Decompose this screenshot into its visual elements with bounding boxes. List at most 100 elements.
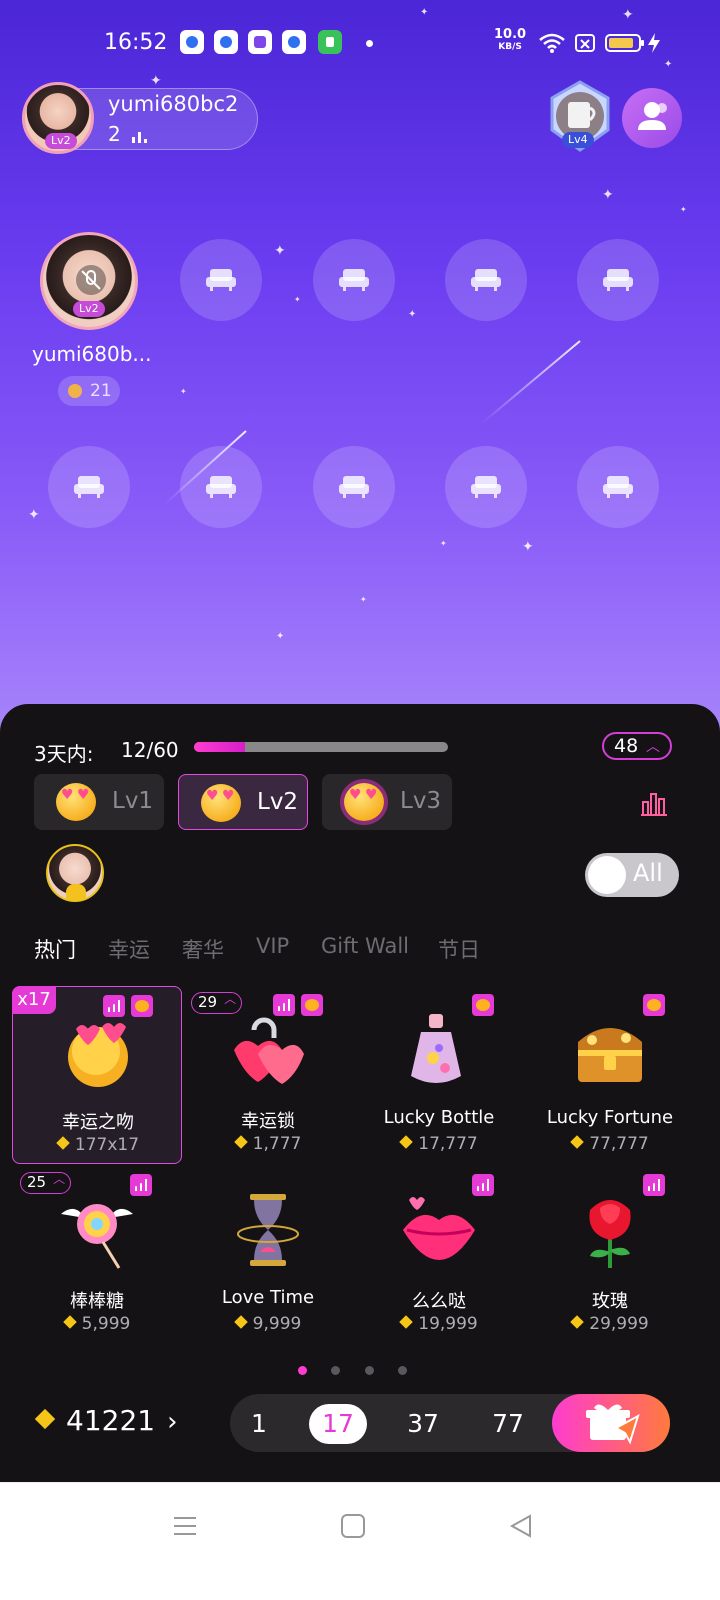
users-icon bbox=[638, 102, 667, 130]
page-dot[interactable] bbox=[365, 1366, 374, 1375]
empty-seat[interactable] bbox=[577, 446, 659, 528]
empty-seat[interactable] bbox=[180, 239, 262, 321]
tab-festival[interactable]: 节日 bbox=[438, 934, 480, 964]
gift-item[interactable]: Lucky Bottle 17,777 bbox=[354, 986, 524, 1164]
charging-icon bbox=[648, 33, 660, 53]
quantity-option[interactable]: 1 bbox=[230, 1404, 288, 1444]
online-count: 2 bbox=[108, 122, 121, 146]
intimacy-progress-fill bbox=[194, 742, 245, 752]
meteor bbox=[479, 340, 581, 426]
owner-avatar[interactable]: Lv2 bbox=[22, 82, 94, 154]
gift-name: 幸运之吻 bbox=[62, 1112, 134, 1133]
multiplier-badge: x17 bbox=[12, 986, 56, 1014]
level-tab-lv2[interactable]: Lv2 bbox=[178, 774, 308, 830]
gift-name: 么么哒 bbox=[412, 1291, 466, 1312]
recipient-avatar[interactable] bbox=[46, 844, 104, 902]
network-speed: 10.0 KB/S bbox=[494, 27, 527, 52]
gift-price: 29,999 bbox=[525, 1314, 695, 1334]
empty-seat[interactable] bbox=[48, 446, 130, 528]
menu-icon[interactable] bbox=[172, 1513, 198, 1539]
shield-icon bbox=[318, 30, 342, 54]
level-tab-lv3[interactable]: Lv3 bbox=[322, 774, 452, 830]
gift-item[interactable]: 玫瑰 29,999 bbox=[525, 1166, 695, 1344]
emoji-hearts-icon bbox=[344, 783, 384, 821]
sofa-icon bbox=[74, 476, 104, 498]
gift-price: 17,777 bbox=[354, 1134, 524, 1154]
gift-price: 1,777 bbox=[183, 1134, 353, 1154]
empty-seat[interactable] bbox=[577, 239, 659, 321]
sofa-icon bbox=[339, 269, 369, 291]
room-users-button[interactable] bbox=[622, 88, 682, 148]
love-time-gift-icon bbox=[237, 1194, 299, 1266]
sofa-icon bbox=[206, 476, 236, 498]
lollipop-gift-icon bbox=[61, 1204, 133, 1269]
gift-name: Lucky Fortune bbox=[546, 1107, 674, 1128]
all-recipients-toggle[interactable]: All bbox=[585, 853, 679, 897]
ranking-bars-icon[interactable] bbox=[130, 128, 150, 144]
tab-gift-wall[interactable]: Gift Wall bbox=[321, 934, 409, 958]
sofa-icon bbox=[603, 269, 633, 291]
app-icon bbox=[248, 30, 272, 54]
gift-send-icon bbox=[586, 1404, 640, 1445]
tab-lucky[interactable]: 幸运 bbox=[108, 934, 150, 964]
diamond-balance[interactable]: 41221 › bbox=[34, 1404, 178, 1437]
quantity-option[interactable]: 77 bbox=[479, 1404, 537, 1444]
quantity-option-selected[interactable]: 17 bbox=[309, 1404, 367, 1444]
owner-level-tag: Lv2 bbox=[45, 133, 77, 149]
sofa-icon bbox=[339, 476, 369, 498]
empty-seat[interactable] bbox=[313, 446, 395, 528]
status-bar: 16:52 10.0 KB/S bbox=[0, 26, 720, 62]
gift-item[interactable]: Lucky Fortune 77,777 bbox=[525, 986, 695, 1164]
gift-price: 177x17 bbox=[13, 1135, 183, 1155]
home-square-icon[interactable] bbox=[340, 1513, 366, 1539]
qq-icon bbox=[180, 30, 204, 54]
level-badge-value: 48 bbox=[614, 735, 639, 757]
host-name: yumi680b... bbox=[32, 342, 152, 366]
tab-hot[interactable]: 热门 bbox=[34, 934, 76, 964]
toggle-knob bbox=[588, 856, 626, 894]
page-dot[interactable] bbox=[398, 1366, 407, 1375]
level-tab-label: Lv2 bbox=[257, 789, 299, 815]
wifi-icon bbox=[539, 33, 565, 53]
level-badge[interactable]: 48 ︿ bbox=[602, 732, 672, 760]
gift-panel: 3天内: 12/60 48 ︿ Lv1 Lv2 Lv3 All 热门 幸运 奢华… bbox=[0, 704, 720, 1482]
host-score: 21 bbox=[58, 376, 120, 406]
back-icon[interactable] bbox=[508, 1513, 534, 1539]
host-level-tag: Lv2 bbox=[73, 301, 105, 317]
page-dot[interactable] bbox=[298, 1366, 307, 1375]
ranking-chart-icon[interactable] bbox=[640, 790, 668, 818]
empty-seat[interactable] bbox=[445, 446, 527, 528]
tab-vip[interactable]: VIP bbox=[256, 934, 289, 958]
empty-seat[interactable] bbox=[445, 239, 527, 321]
host-seat[interactable]: Lv2 bbox=[40, 232, 138, 330]
sofa-icon bbox=[471, 476, 501, 498]
quantity-option[interactable]: 37 bbox=[394, 1404, 452, 1444]
lucky-lock-gift-icon bbox=[234, 1017, 304, 1084]
gift-price: 77,777 bbox=[525, 1134, 695, 1154]
level-tab-lv1[interactable]: Lv1 bbox=[34, 774, 164, 830]
mic-muted-icon bbox=[76, 265, 106, 295]
page-dot[interactable] bbox=[331, 1366, 340, 1375]
kiss-lips-gift-icon bbox=[403, 1197, 475, 1260]
lucky-kiss-gift-icon bbox=[68, 1023, 128, 1087]
balance-value: 41221 bbox=[66, 1404, 156, 1437]
gift-name: 幸运锁 bbox=[241, 1111, 295, 1132]
gift-item[interactable]: 29 幸运锁 1,777 bbox=[183, 986, 353, 1164]
gift-item[interactable]: 25 棒棒糖 5,999 bbox=[12, 1166, 182, 1344]
badge-level-tag: Lv4 bbox=[562, 132, 594, 148]
empty-seat[interactable] bbox=[313, 239, 395, 321]
gift-item[interactable]: Love Time 9,999 bbox=[183, 1166, 353, 1344]
gift-price: 9,999 bbox=[183, 1314, 353, 1334]
tab-luxury[interactable]: 奢华 bbox=[182, 934, 224, 964]
sofa-icon bbox=[603, 476, 633, 498]
gift-item[interactable]: 么么哒 19,999 bbox=[354, 1166, 524, 1344]
room-level-badge[interactable]: Lv4 bbox=[544, 80, 616, 156]
gift-price: 5,999 bbox=[12, 1314, 182, 1334]
send-gift-button[interactable] bbox=[552, 1394, 670, 1452]
gift-item[interactable]: x17 幸运之吻 177x17 bbox=[12, 986, 182, 1164]
chevron-right-icon: › bbox=[167, 1407, 178, 1437]
toggle-label: All bbox=[633, 859, 663, 887]
empty-seat[interactable] bbox=[180, 446, 262, 528]
sofa-icon bbox=[206, 269, 236, 291]
gift-name: 玫瑰 bbox=[592, 1291, 628, 1312]
